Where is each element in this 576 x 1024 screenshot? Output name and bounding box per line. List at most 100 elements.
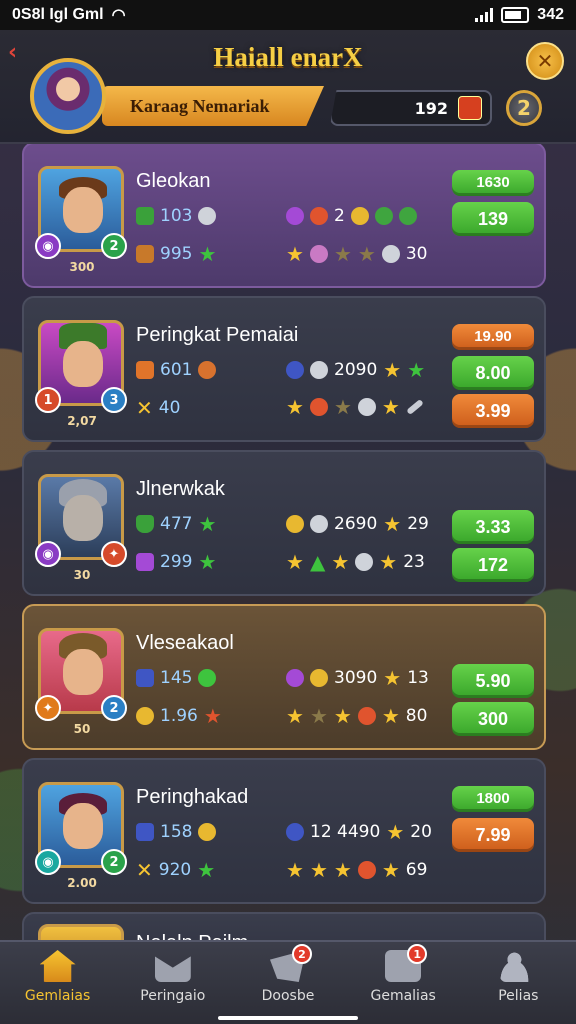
nav-item-mail[interactable]: 2 Doosbe [238,944,338,1004]
player-card[interactable]: 1 3 2,07 Peringkat Pemaiai 601 ✕ 40 2090… [22,296,546,442]
reward-value: 12 4490 [310,822,381,842]
portrait-face [63,649,103,695]
chest-icon [136,245,154,263]
nav-item-home[interactable]: Gemlaias [8,950,108,1004]
reward-row: 2 [286,206,417,226]
close-button[interactable]: ✕ [526,42,564,80]
price-button[interactable]: 172 [452,548,534,582]
price-button[interactable]: 3.99 [452,394,534,428]
silver-gem-icon [355,553,374,571]
stat-value: 601 [160,360,193,380]
star-icon: ★ [286,242,304,266]
level-badge: 2 [101,849,127,875]
reward-value: 2 [334,206,345,226]
portrait-face [63,341,103,387]
nav-item-envelope[interactable]: Peringaio [123,950,223,1004]
portrait-face [63,495,103,541]
close-icon: ✕ [536,49,554,73]
player-card[interactable]: ◉ 2 300 Gleokan 103 995 ★ 2 ★ ★ ★ 30 163… [22,142,546,288]
stat-value: 1.96 [160,706,198,726]
price-button[interactable]: 7.99 [452,818,534,852]
status-carrier-text: 0S8l Igl Gml [12,6,104,23]
star-icon: ★ [286,704,304,728]
silver-gem-icon [381,245,400,263]
star-icon: ★ [379,550,398,574]
star-icon: ★ [357,242,376,266]
stat-row: 103 [136,206,217,226]
rating-pill: 1800 [452,786,534,812]
stat-row: 158 [136,822,217,842]
score-button[interactable]: 3.33 [452,510,534,544]
score-button[interactable]: 8.00 [452,356,534,390]
player-portrait: 1 3 [35,320,127,413]
level-badge: 2 [101,695,127,721]
player-name-banner: Karaag Nemariak [102,86,324,126]
stat-row: 1.96 ★ [136,706,222,726]
bottom-nav: Gemlaias Peringaio 2 Doosbe 1 Gemalias P… [0,940,576,1024]
star-icon: ★ [383,358,402,382]
portrait-face [63,803,103,849]
player-avatar[interactable] [30,58,106,134]
rank-badge: 1 [35,387,61,413]
level-badge[interactable]: 2 [506,90,542,126]
home-indicator[interactable] [218,1016,358,1020]
pink-gem-icon [309,245,328,263]
score-button[interactable]: 139 [452,202,534,236]
green-star-icon: ★ [198,242,217,266]
dice-icon [458,96,482,120]
people-icon [500,950,537,982]
player-card[interactable]: ◉ 2 2.00 Peringhakad 158 ✕ 920 ★ 12 4490… [22,758,546,904]
stat-value: 158 [160,822,193,842]
stat-row: 299 ★ [136,552,216,572]
green-star-icon: ★ [197,858,216,882]
player-name: Karaag Nemariak [130,95,270,116]
player-name: Peringkat Pemaiai [136,324,299,346]
purple-gem-icon [286,207,304,225]
reward-row: 2690 ★ 29 [286,514,429,534]
stat-row: 477 ★ [136,514,216,534]
green-gem-icon [198,669,217,687]
chest-icon [136,361,154,379]
level-badge: 3 [101,387,127,413]
reward-value: 2090 [334,360,378,380]
star-icon: ★ [331,550,350,574]
star-icon: ★ [383,666,402,690]
crossed-swords-icon: ✕ [136,858,153,882]
rating-pill: 1630 [452,170,534,196]
green-star-icon: ★ [198,550,217,574]
star-icon: ★ [333,704,352,728]
green-arrow-icon: ▲ [309,550,326,574]
portrait-face [63,187,103,233]
player-portrait: ◉ ✦ [35,474,127,567]
player-power: 30 [73,568,91,582]
red-gem-icon [357,861,376,879]
silver-gem-icon [310,361,328,379]
purple-gem-icon [286,669,304,687]
coin-icon [310,669,328,687]
gold-bar-icon [286,515,304,533]
sword-icon [405,398,424,416]
battery-icon [501,7,530,23]
red-gem-icon [357,707,376,725]
reward-row: ★ ★ ★ ★ 80 [286,706,427,726]
reward-value: 20 [410,822,432,842]
stat-row: 601 [136,360,217,380]
nav-label: Doosbe [261,988,315,1004]
reward-row: 12 4490 ★ 20 [286,822,432,842]
green-star-icon: ★ [198,512,217,536]
player-card-highlighted[interactable]: ✦ 2 50 Vleseakaol 145 1.96 ★ 3090 ★ 13 ★… [22,604,546,750]
player-card[interactable]: ◉ ✦ 30 Jlnerwkak 477 ★ 299 ★ 2690 ★ 29 ★… [22,450,546,596]
reward-value: 23 [403,552,425,572]
reward-row: ★ ★ ★ [286,395,424,419]
wifi-icon: ◠ [111,7,126,24]
arrow-up-icon [136,207,154,225]
rating-pill: 19.90 [452,324,534,350]
player-power: 300 [69,260,95,274]
star-icon: ★ [286,395,304,419]
nav-item-chart[interactable]: 1 Gemalias [353,944,453,1004]
copper-coin-icon [198,361,217,379]
player-power: 2,07 [67,414,97,428]
nav-item-people[interactable]: Pelias [468,950,568,1004]
price-button[interactable]: 300 [452,702,534,736]
score-button[interactable]: 5.90 [452,664,534,698]
